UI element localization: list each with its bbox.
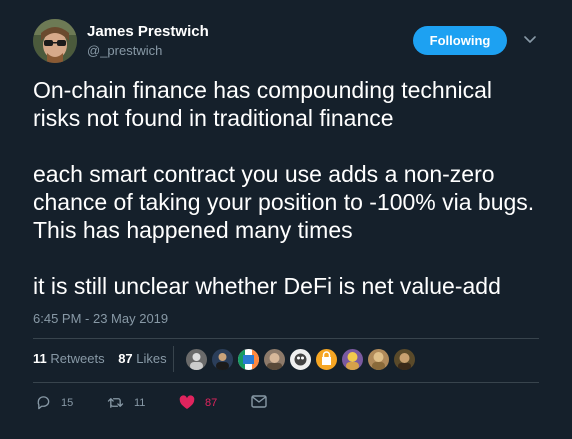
like-count: 87 bbox=[205, 396, 218, 409]
tweet-timestamp[interactable]: 6:45 PM - 23 May 2019 bbox=[33, 311, 168, 326]
author-name[interactable]: James Prestwich bbox=[87, 23, 209, 40]
liker-avatar[interactable] bbox=[315, 348, 338, 371]
reply-icon bbox=[37, 396, 50, 410]
author-avatar[interactable] bbox=[33, 19, 77, 63]
liker-avatar[interactable] bbox=[211, 348, 234, 371]
retweet-icon bbox=[107, 398, 124, 408]
tweet-text: On-chain finance has compounding technic… bbox=[33, 76, 543, 300]
liker-avatar[interactable] bbox=[341, 348, 364, 371]
engagement-stats: 11 Retweets 87 Likes bbox=[33, 351, 177, 366]
likes-count[interactable]: 87 bbox=[118, 351, 132, 366]
divider bbox=[33, 338, 539, 339]
retweets-label[interactable]: Retweets bbox=[50, 351, 104, 366]
divider bbox=[33, 382, 539, 383]
liker-avatar[interactable] bbox=[367, 348, 390, 371]
tweet-paragraph: each smart contract you use adds a non-z… bbox=[33, 161, 535, 243]
liker-avatar[interactable] bbox=[289, 348, 312, 371]
tweet-paragraph: it is still unclear whether DeFi is net … bbox=[33, 273, 501, 299]
direct-message-button[interactable] bbox=[251, 395, 267, 408]
chevron-down-icon[interactable] bbox=[524, 35, 536, 45]
tweet-card: James Prestwich @_prestwich Following On… bbox=[0, 0, 572, 439]
following-button[interactable]: Following bbox=[413, 26, 507, 55]
likes-label[interactable]: Likes bbox=[136, 351, 166, 366]
liker-avatar[interactable] bbox=[263, 348, 286, 371]
author-handle[interactable]: @_prestwich bbox=[87, 43, 162, 58]
heart-icon bbox=[179, 395, 195, 409]
reply-count: 15 bbox=[61, 396, 74, 409]
tweet-paragraph: On-chain finance has compounding technic… bbox=[33, 77, 493, 131]
reply-button[interactable]: 15 bbox=[36, 395, 73, 410]
dm-icon bbox=[251, 395, 267, 408]
stats-separator bbox=[173, 346, 174, 372]
liker-avatar[interactable] bbox=[185, 348, 208, 371]
retweet-button[interactable]: 11 bbox=[107, 395, 145, 410]
liker-avatar[interactable] bbox=[237, 348, 260, 371]
retweet-count: 11 bbox=[134, 396, 146, 409]
like-button[interactable]: 87 bbox=[179, 395, 217, 410]
liker-avatar[interactable] bbox=[393, 348, 416, 371]
retweets-count[interactable]: 11 bbox=[33, 351, 47, 366]
